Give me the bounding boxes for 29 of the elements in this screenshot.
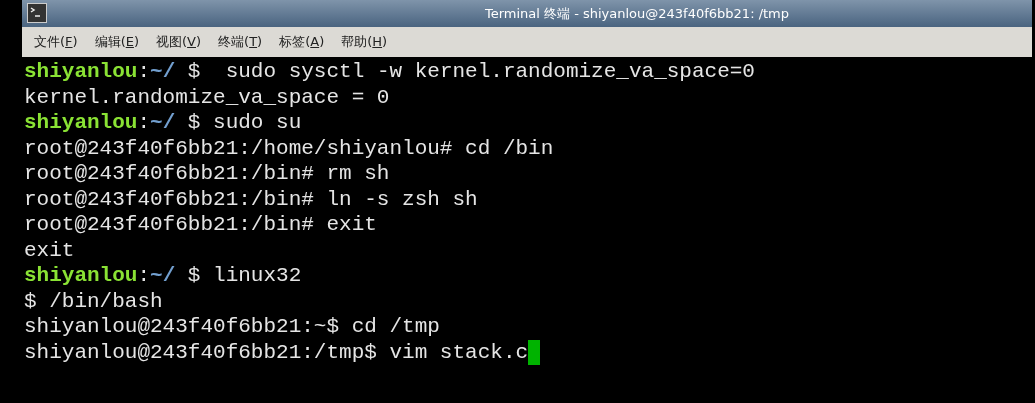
terminal-line: root@243f40f6bb21:/home/shiyanlou# cd /bin xyxy=(24,135,554,161)
command-text: $ linux32 xyxy=(186,263,302,289)
terminal-line: $ /bin/bash xyxy=(24,288,163,314)
prompt-path: ~/ xyxy=(150,110,176,136)
menu-item[interactable]: 文件(F) xyxy=(34,32,78,52)
prompt-user: shiyanlou xyxy=(24,263,138,289)
terminal-line: kernel.randomize_va_space = 0 xyxy=(24,84,390,110)
terminal-line: exit xyxy=(24,237,75,263)
prompt-separator: : xyxy=(137,59,151,85)
menu-item[interactable]: 视图(V) xyxy=(156,32,202,52)
prompt-path: ~/ xyxy=(150,59,176,85)
prompt-path: ~/ xyxy=(150,263,176,289)
terminal-line: root@243f40f6bb21:/bin# rm sh xyxy=(24,161,390,187)
command-text: $ sudo su xyxy=(186,110,302,136)
terminal-line: shiyanlou@243f40f6bb21:/tmp$ vim stack.c xyxy=(24,339,529,365)
terminal-line: root@243f40f6bb21:/bin# ln -s zsh sh xyxy=(24,186,478,212)
menu-item[interactable]: 帮助(H) xyxy=(341,32,388,52)
menu-item[interactable]: 标签(A) xyxy=(279,32,325,52)
prompt-separator: : xyxy=(137,263,151,289)
prompt-user: shiyanlou xyxy=(24,110,138,136)
terminal-icon xyxy=(27,3,47,23)
menu-item[interactable]: 终端(T) xyxy=(218,32,263,52)
prompt-user: shiyanlou xyxy=(24,59,138,85)
command-text: $ sudo sysctl -w kernel.randomize_va_space=0 xyxy=(186,59,755,85)
terminal-line: shiyanlou@243f40f6bb21:~$ cd /tmp xyxy=(24,314,440,340)
menu-item[interactable]: 编辑(E) xyxy=(94,32,139,52)
prompt-separator: : xyxy=(137,110,151,136)
window-title: Terminal 终端 - shiyanlou@243f40f6bb21: /tmp xyxy=(484,4,790,23)
terminal-line: root@243f40f6bb21:/bin# exit xyxy=(24,212,377,238)
